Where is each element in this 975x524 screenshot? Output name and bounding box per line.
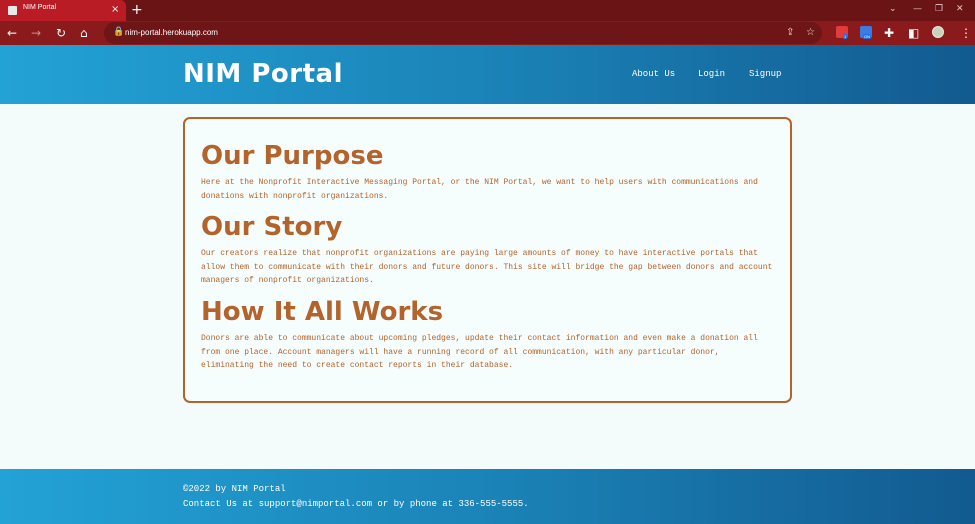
brand-logo[interactable]: NIM Portal (183, 59, 343, 89)
side-panel-icon[interactable]: ◧ (908, 25, 919, 41)
favicon-icon (8, 6, 17, 15)
site-footer: ©2022 by NIM Portal Contact Us at suppor… (0, 469, 975, 524)
forward-icon[interactable]: → (31, 25, 41, 41)
tab-title: NIM Portal (23, 4, 57, 11)
new-tab-icon[interactable]: + (131, 1, 143, 19)
story-title: Our Story (201, 212, 343, 242)
content-card: Our Purpose Here at the Nonprofit Intera… (183, 117, 792, 403)
nav-about-us[interactable]: About Us (632, 69, 675, 79)
minimize-icon[interactable]: — (913, 2, 922, 16)
url-text[interactable]: nim-portal.herokuapp.com (125, 28, 218, 37)
browser-tab-strip: NIM Portal × + ⌄ — ❐ ✕ (0, 0, 975, 21)
menu-kebab-icon[interactable]: ⋮ (960, 25, 972, 41)
nav-signup[interactable]: Signup (749, 69, 781, 79)
close-tab-icon[interactable]: × (111, 3, 119, 17)
close-window-icon[interactable]: ✕ (956, 2, 964, 16)
address-bar[interactable]: 🔒 nim-portal.herokuapp.com ⇪ ☆ (104, 22, 822, 44)
how-it-works-text: Donors are able to communicate about upc… (201, 334, 758, 370)
lock-icon[interactable]: 🔒 (113, 27, 124, 37)
profile-avatar[interactable] (932, 26, 944, 38)
how-it-works-title: How It All Works (201, 297, 444, 327)
purpose-title: Our Purpose (201, 141, 384, 171)
story-text: Our creators realize that nonprofit orga… (201, 249, 773, 285)
restore-icon[interactable]: ❐ (935, 2, 943, 16)
back-icon[interactable]: ← (7, 25, 17, 41)
footer-copyright: ©2022 by NIM Portal (183, 484, 286, 494)
tab-search-icon[interactable]: ⌄ (889, 2, 897, 16)
footer-contact: Contact Us at support@nimportal.com or b… (183, 499, 529, 509)
browser-toolbar: ← → ↻ ⌂ 🔒 nim-portal.herokuapp.com ⇪ ☆ (0, 21, 975, 45)
site-header: NIM Portal About Us Login Signup (0, 45, 975, 104)
home-icon[interactable]: ⌂ (80, 25, 88, 41)
puzzle-extensions-icon[interactable]: ✚ (884, 25, 894, 41)
share-icon[interactable]: ⇪ (786, 26, 794, 40)
nav-login[interactable]: Login (698, 69, 725, 79)
bookmark-star-icon[interactable]: ☆ (806, 26, 815, 40)
reload-icon[interactable]: ↻ (56, 25, 66, 41)
browser-tab[interactable]: NIM Portal × (0, 0, 126, 21)
extension-badge: ON (863, 34, 871, 39)
extension-badge: 1 (843, 34, 848, 39)
purpose-text: Here at the Nonprofit Interactive Messag… (201, 178, 758, 201)
